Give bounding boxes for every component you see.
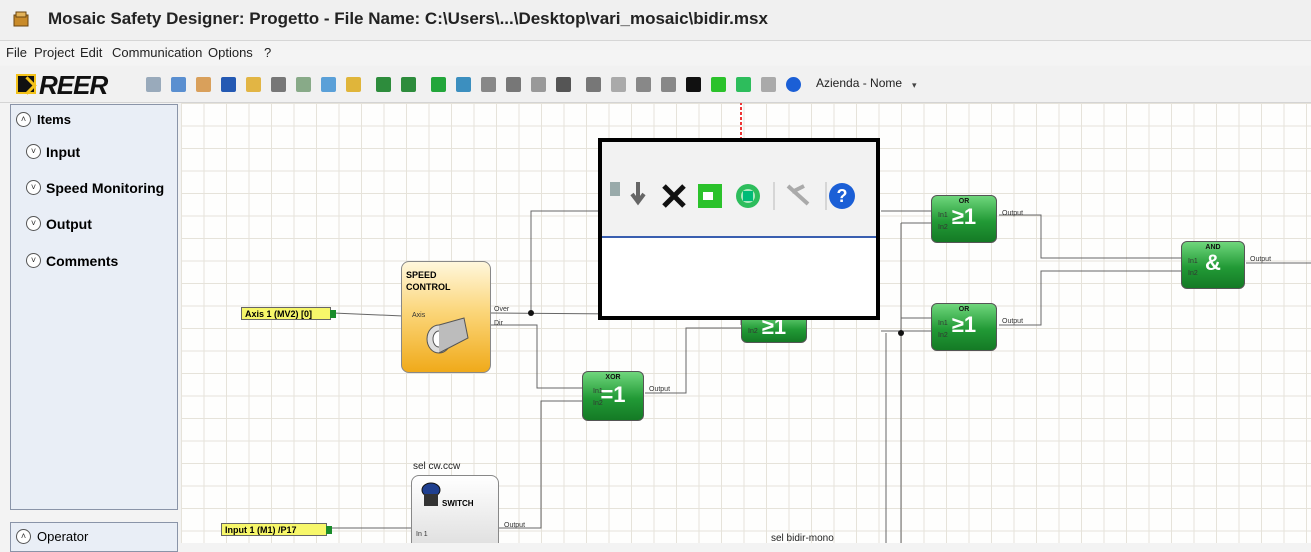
print-icon[interactable] <box>271 77 286 92</box>
redo-icon[interactable] <box>401 77 416 92</box>
validate-check-icon[interactable] <box>431 77 446 92</box>
switch-caption: sel cw.ccw <box>413 461 461 472</box>
junction-dot <box>898 330 904 336</box>
speed-control-block[interactable]: SPEED CONTROL Axis Over Dir <box>401 261 509 373</box>
password-icon[interactable] <box>531 77 546 92</box>
expand-icon[interactable]: ˅ <box>26 216 41 231</box>
items-header[interactable]: Items <box>37 112 71 127</box>
collapse-icon[interactable]: ˄ <box>16 529 31 544</box>
delete-icon <box>662 184 686 208</box>
disconnect-icon <box>630 182 646 206</box>
title-bar: Mosaic Safety Designer: Progetto - File … <box>0 0 1311 41</box>
port-axis: Axis <box>412 312 426 319</box>
or-gate[interactable]: OR ≥1 In1 In2 Output <box>931 195 1023 243</box>
menu-edit[interactable]: Edit <box>80 45 102 60</box>
zoom-icon[interactable] <box>586 77 601 92</box>
section-speed-monitoring[interactable]: Speed Monitoring <box>46 180 164 196</box>
download-icon[interactable] <box>636 77 651 92</box>
port-dir: Dir <box>494 320 503 327</box>
print-preview-icon[interactable] <box>296 77 311 92</box>
expand-icon[interactable]: ˅ <box>26 180 41 195</box>
chevron-down-icon[interactable]: ▾ <box>912 80 917 91</box>
bottom-caption: sel bidir-mono <box>771 533 834 543</box>
zoom-callout: ? <box>598 138 880 320</box>
junction-dot <box>528 310 534 316</box>
upload-icon[interactable] <box>556 77 571 92</box>
input-axis-1[interactable]: Axis 1 (MV2) [0] <box>241 307 336 320</box>
switch-label: SWITCH <box>442 499 474 508</box>
operator-header[interactable]: Operator <box>37 529 88 544</box>
section-input[interactable]: Input <box>46 144 80 160</box>
speed-control-title-2: CONTROL <box>406 282 451 292</box>
open-icon[interactable] <box>171 77 186 92</box>
items-panel: ˄ Items ˅ Input ˅ Speed Monitoring ˅ Out… <box>10 104 178 510</box>
logo-mark-icon <box>16 74 36 94</box>
download-icon <box>610 182 620 196</box>
or-gate[interactable]: OR ≥1 In1 In2 Output <box>931 303 1023 351</box>
io-test-icon <box>698 184 722 208</box>
section-output[interactable]: Output <box>46 216 92 232</box>
pin-icon <box>736 184 760 208</box>
expand-icon[interactable]: ˅ <box>26 144 41 159</box>
undo-icon[interactable] <box>376 77 391 92</box>
pin-icon[interactable] <box>761 77 776 92</box>
new-project-icon[interactable] <box>146 77 161 92</box>
window-title: Mosaic Safety Designer: Progetto - File … <box>48 9 768 28</box>
company-selector[interactable]: Azienda - Nome <box>816 76 902 90</box>
menu-communication[interactable]: Communication <box>112 45 202 60</box>
expand-icon[interactable]: ˅ <box>26 253 41 268</box>
selector-switch-icon <box>421 482 441 506</box>
app-icon <box>13 11 29 27</box>
help-icon[interactable] <box>786 77 801 92</box>
save-icon[interactable] <box>221 77 236 92</box>
pencil-icon[interactable] <box>346 77 361 92</box>
io-test-icon[interactable] <box>711 77 726 92</box>
connect-icon[interactable] <box>481 77 496 92</box>
menu-project[interactable]: Project <box>34 45 74 60</box>
input-1[interactable]: Input 1 (M1) /P17 <box>221 523 332 536</box>
operator-panel: ˄ Operator <box>10 522 178 552</box>
switch-block[interactable]: SWITCH In 1 Output <box>411 475 525 543</box>
monitor-icon[interactable] <box>506 77 521 92</box>
compile-icon[interactable] <box>456 77 471 92</box>
collapse-icon[interactable]: ˄ <box>16 112 31 127</box>
menu-help[interactable]: ? <box>264 45 271 60</box>
folder-icon[interactable] <box>246 77 261 92</box>
svg-text:?: ? <box>837 186 848 206</box>
speed-control-title: SPEED <box>406 270 437 280</box>
user-icon[interactable] <box>196 77 211 92</box>
port-over: Over <box>494 306 510 313</box>
delete-icon[interactable] <box>686 77 701 92</box>
xor-gate[interactable]: XOR =1 In1 In2 Output <box>582 371 670 421</box>
menu-bar: File Project Edit Communication Options … <box>0 41 1311 65</box>
section-comments[interactable]: Comments <box>46 253 118 269</box>
menu-options[interactable]: Options <box>208 45 253 60</box>
help-icon: ? <box>829 183 855 209</box>
clipboard-icon[interactable] <box>611 77 626 92</box>
and-gate[interactable]: AND & In1 In2 Output <box>1181 241 1271 289</box>
report-icon[interactable] <box>321 77 336 92</box>
tool-icon[interactable] <box>736 77 751 92</box>
disconnect-icon[interactable] <box>661 77 676 92</box>
menu-file[interactable]: File <box>6 45 27 60</box>
zoomed-toolbar: ? <box>602 142 876 238</box>
toolbar: REER Azienda - Nome ▾ <box>0 66 1311 103</box>
encoder-icon <box>426 317 469 354</box>
tool-icon <box>786 184 810 206</box>
zoomed-toolbar-icons: ? <box>610 182 855 210</box>
